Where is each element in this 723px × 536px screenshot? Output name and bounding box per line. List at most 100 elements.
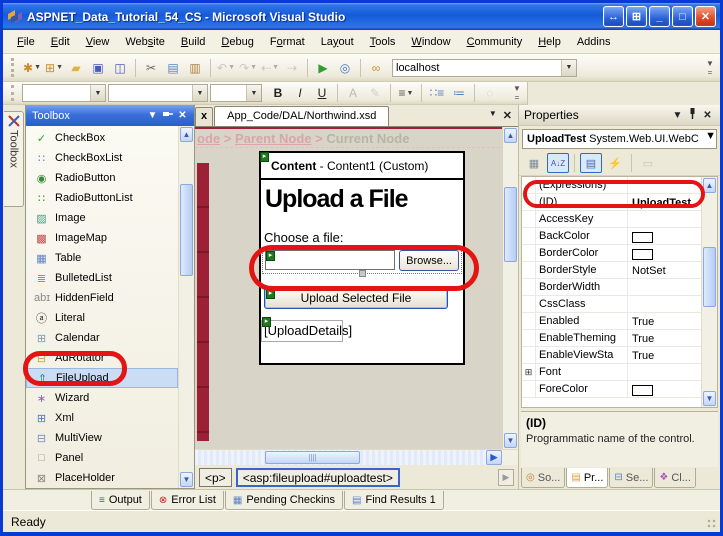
toolwindow-tab-error-list[interactable]: ⊗Error List — [151, 491, 224, 510]
toolbar-grip[interactable] — [11, 58, 16, 77]
menu-item-file[interactable]: File — [9, 33, 43, 51]
object-selector-dropdown-icon[interactable]: ▼ — [705, 130, 716, 148]
property-row-bordercolor[interactable]: BorderColor — [522, 245, 701, 262]
document-tab[interactable]: App_Code/DAL/Northwind.xsd — [214, 106, 389, 126]
menu-item-community[interactable]: Community — [459, 33, 531, 51]
scroll-down-icon[interactable]: ▼ — [504, 433, 517, 448]
open-file-icon[interactable]: ▰ — [66, 58, 86, 78]
toolbox-item-wizard[interactable]: ∗ Wizard — [26, 388, 178, 408]
partial-document-tab[interactable]: x — [195, 107, 213, 126]
underline-icon[interactable]: U — [312, 83, 332, 103]
dropdown-arrow-icon[interactable]: ▼ — [228, 64, 235, 71]
menu-item-website[interactable]: Website — [117, 33, 173, 51]
toolbox-item-placeholder[interactable]: ⊠ PlaceHolder — [26, 468, 178, 488]
smart-tag-icon[interactable]: ▸ — [266, 251, 275, 261]
toolwindow-tab-pending-checkins[interactable]: ▦Pending Checkins — [225, 491, 343, 510]
new-website-icon[interactable]: ✱▼ — [22, 58, 42, 78]
maximize-button[interactable]: □ — [672, 6, 693, 27]
categorized-icon[interactable]: ▦ — [523, 153, 545, 173]
toolbox-menu-icon[interactable]: ▼ — [145, 110, 160, 121]
close-button[interactable]: ✕ — [695, 6, 716, 27]
toolbox-item-hiddenfield[interactable]: abɪ HiddenField — [26, 288, 178, 308]
save-icon[interactable]: ▣ — [88, 58, 108, 78]
start-debug-icon[interactable]: ▶ — [313, 58, 333, 78]
property-row-font[interactable]: ⊞ Font — [522, 364, 701, 381]
minimize-button[interactable]: _ — [649, 6, 670, 27]
combo-dropdown-icon[interactable]: ▼ — [90, 85, 105, 101]
menu-item-help[interactable]: Help — [530, 33, 569, 51]
panel-tab-so[interactable]: ◎So... — [521, 468, 565, 488]
toolbox-autohide-tab[interactable]: Toolbox — [4, 111, 24, 207]
align-icon[interactable]: ≡▼ — [396, 83, 416, 103]
float-window-button[interactable]: ↔ — [603, 6, 624, 27]
property-row-backcolor[interactable]: BackColor — [522, 228, 701, 245]
toolbox-item-adrotator[interactable]: ⊟ AdRotator — [26, 348, 178, 368]
toolwindow-tab-output[interactable]: ≡Output — [91, 491, 150, 510]
events-icon[interactable]: ⚡ — [604, 153, 626, 173]
menu-item-format[interactable]: Format — [262, 33, 313, 51]
bold-icon[interactable]: B — [268, 83, 288, 103]
scroll-up-icon[interactable]: ▲ — [504, 128, 517, 143]
toolbox-item-literal[interactable]: ⓐ Literal — [26, 308, 178, 328]
toolbox-item-panel[interactable]: □ Panel — [26, 448, 178, 468]
toolbox-item-calendar[interactable]: ⊞ Calendar — [26, 328, 178, 348]
navigate-backward-icon[interactable]: ⇠▼ — [260, 58, 280, 78]
object-selector-combo[interactable]: UploadTest System.Web.UI.WebC ▼ — [522, 129, 717, 149]
scrollbar-thumb[interactable] — [180, 184, 193, 276]
scroll-up-icon[interactable]: ▲ — [180, 127, 193, 142]
smart-tag-icon[interactable]: ▸ — [266, 289, 275, 299]
toolbox-item-fileupload[interactable]: ⇑ FileUpload — [26, 368, 178, 388]
menu-item-window[interactable]: Window — [403, 33, 458, 51]
browser-url-combo[interactable]: localhost ▼ — [392, 59, 577, 77]
toolbox-item-checkboxlist[interactable]: ∷ CheckBoxList — [26, 148, 178, 168]
dropdown-arrow-icon[interactable]: ▼ — [272, 64, 279, 71]
toolbox-item-imagemap[interactable]: ▩ ImageMap — [26, 228, 178, 248]
tag-p[interactable]: <p> — [199, 468, 232, 487]
property-row-id[interactable]: (ID) UploadTest — [522, 194, 701, 211]
upload-details-label[interactable]: ▸ [UploadDetails] — [261, 320, 343, 342]
toolbar-overflow-icon[interactable]: ▼= — [704, 59, 716, 77]
tagnav-forward-icon[interactable]: ▶ — [498, 469, 514, 486]
upload-selected-file-button[interactable]: ▸ Upload Selected File — [264, 287, 448, 309]
properties-pin-icon[interactable] — [685, 108, 700, 122]
toolbox-item-table[interactable]: ▦ Table — [26, 248, 178, 268]
menu-item-view[interactable]: View — [78, 33, 118, 51]
bullet-list-icon[interactable]: ∷≡ — [427, 83, 447, 103]
toolbox-item-xml[interactable]: ⊞ Xml — [26, 408, 178, 428]
combo-dropdown-icon[interactable]: ▼ — [246, 85, 261, 101]
highlight-icon[interactable]: ✎ — [365, 83, 385, 103]
panel-tab-cl[interactable]: ❖Cl... — [654, 468, 696, 488]
resize-grip[interactable] — [706, 518, 718, 530]
numbered-list-icon[interactable]: ≔ — [449, 83, 469, 103]
dropdown-arrow-icon[interactable]: ▼ — [34, 64, 41, 71]
fileupload-textbox[interactable]: ▸ — [265, 250, 395, 270]
toolbox-scrollbar[interactable]: ▲ ▼ — [178, 126, 194, 488]
font-size-combo[interactable]: ▼ — [210, 84, 262, 102]
property-row-forecolor[interactable]: ForeColor — [522, 381, 701, 398]
document-list-icon[interactable]: ▼ — [489, 109, 497, 122]
cut-icon[interactable]: ✂ — [141, 58, 161, 78]
property-pages-icon[interactable]: ▭ — [637, 153, 659, 173]
property-row-enabled[interactable]: Enabled True — [522, 313, 701, 330]
toolbox-item-radiobuttonlist[interactable]: ∷ RadioButtonList — [26, 188, 178, 208]
menu-item-edit[interactable]: Edit — [43, 33, 78, 51]
browse-button[interactable]: Browse... — [399, 250, 459, 271]
font-color-icon[interactable]: A — [343, 83, 363, 103]
smart-tag-icon[interactable]: ▸ — [262, 317, 271, 327]
panel-tab-se[interactable]: ⊟Se... — [609, 468, 653, 488]
dropdown-arrow-icon[interactable]: ▼ — [250, 64, 257, 71]
alphabetical-icon[interactable]: A↓Z — [547, 153, 569, 173]
property-row-accesskey[interactable]: AccessKey — [522, 211, 701, 228]
view-in-browser-icon[interactable]: ◎ — [335, 58, 355, 78]
toolwindow-tab-find-results-1[interactable]: ▤Find Results 1 — [344, 491, 444, 510]
font-name-combo[interactable]: ▼ — [108, 84, 208, 102]
properties-view-icon[interactable]: ▤ — [580, 153, 602, 173]
propgrid-scrollbar[interactable]: ▲ ▼ — [701, 177, 717, 407]
toolbox-pin-icon[interactable] — [160, 109, 175, 122]
copy-icon[interactable]: ▤ — [163, 58, 183, 78]
toolbox-close-icon[interactable]: ✕ — [175, 110, 190, 121]
find-in-files-icon[interactable]: ∞ — [366, 58, 386, 78]
property-row-borderstyle[interactable]: BorderStyle NotSet — [522, 262, 701, 279]
document-close-icon[interactable]: ✕ — [503, 109, 512, 122]
add-new-item-icon[interactable]: ⊞▼ — [44, 58, 64, 78]
